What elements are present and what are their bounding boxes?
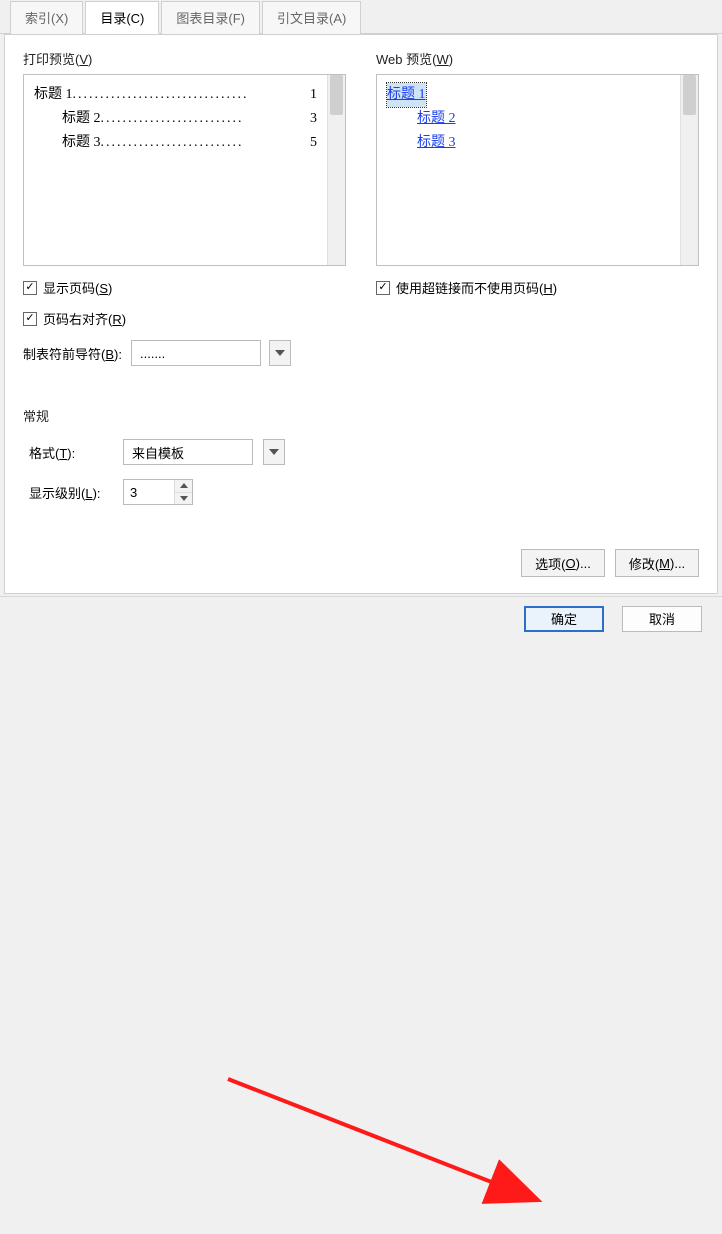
tab-leader-dropdown[interactable]	[269, 340, 291, 366]
checkbox-checked-icon[interactable]: ✓	[23, 281, 37, 295]
show-level-input[interactable]: 3	[123, 479, 193, 505]
right-align-page-label: 页码右对齐(R)	[43, 309, 126, 328]
web-preview-label: Web 预览(W)	[376, 49, 699, 68]
tabs-bar: 索引(X) 目录(C) 图表目录(F) 引文目录(A)	[0, 0, 722, 34]
checkbox-checked-icon[interactable]: ✓	[23, 312, 37, 326]
checkbox-checked-icon[interactable]: ✓	[376, 281, 390, 295]
chevron-down-icon	[269, 449, 279, 455]
level-down-button[interactable]	[175, 492, 192, 505]
show-level-value[interactable]: 3	[124, 480, 174, 504]
format-dropdown[interactable]	[263, 439, 285, 465]
web-preview-box: 标题 1 标题 2 标题 3	[376, 74, 699, 266]
use-hyperlinks-row[interactable]: ✓ 使用超链接而不使用页码(H)	[376, 278, 699, 297]
toc-title-2: 标题 2	[62, 107, 101, 131]
tab-citations[interactable]: 引文目录(A)	[262, 1, 361, 34]
web-preview-column: Web 预览(W) 标题 1 标题 2 标题 3 ✓ 使用超链接而不使用页码(H…	[376, 49, 699, 366]
web-preview-content: 标题 1 标题 2 标题 3	[377, 75, 680, 265]
modify-button[interactable]: 修改(M)...	[615, 549, 699, 577]
tab-leader-row: 制表符前导符(B): .......	[23, 340, 346, 366]
print-preview-scrollbar[interactable]	[327, 75, 345, 265]
scroll-thumb[interactable]	[330, 75, 343, 115]
panel-buttons: 选项(O)... 修改(M)...	[521, 549, 699, 577]
print-preview-column: 打印预览(V) 标题 1 ...........................…	[23, 49, 346, 366]
toc-line-2: 标题 2 .......................... 3	[34, 107, 317, 131]
toc-page-1: 1	[306, 83, 317, 107]
chevron-down-icon	[180, 496, 188, 501]
show-level-row: 显示级别(L): 3	[23, 479, 699, 505]
tab-leader-label: 制表符前导符(B):	[23, 344, 123, 363]
chevron-up-icon	[180, 483, 188, 488]
tab-toc[interactable]: 目录(C)	[85, 1, 159, 34]
tab-index[interactable]: 索引(X)	[10, 1, 83, 34]
toc-page-2: 3	[306, 107, 317, 131]
tab-figures[interactable]: 图表目录(F)	[161, 1, 260, 34]
format-select[interactable]: 来自模板	[123, 439, 253, 465]
web-link-2[interactable]: 标题 2	[417, 107, 456, 131]
web-preview-scrollbar[interactable]	[680, 75, 698, 265]
show-page-numbers-row[interactable]: ✓ 显示页码(S)	[23, 278, 346, 297]
general-heading: 常规	[23, 406, 699, 425]
toc-dots: ..........................	[101, 107, 307, 131]
toc-line-3: 标题 3 .......................... 5	[34, 131, 317, 155]
annotation-arrow	[0, 594, 722, 1234]
print-preview-box: 标题 1 ................................ 1 …	[23, 74, 346, 266]
toc-dots: ..........................	[101, 131, 307, 155]
dialog-footer: 确定 取消	[0, 596, 722, 640]
print-preview-label: 打印预览(V)	[23, 49, 346, 68]
right-align-page-row[interactable]: ✓ 页码右对齐(R)	[23, 309, 346, 328]
scroll-thumb[interactable]	[683, 75, 696, 115]
toc-title-1: 标题 1	[34, 83, 73, 107]
toc-page-3: 5	[306, 131, 317, 155]
toc-dots: ................................	[73, 83, 307, 107]
tab-leader-input[interactable]: .......	[131, 340, 261, 366]
toc-title-3: 标题 3	[62, 131, 101, 155]
level-up-button[interactable]	[175, 480, 192, 492]
show-level-label: 显示级别(L):	[23, 483, 113, 502]
format-row: 格式(T): 来自模板	[23, 439, 699, 465]
web-link-3[interactable]: 标题 3	[417, 131, 456, 155]
toc-panel: 打印预览(V) 标题 1 ...........................…	[4, 34, 718, 594]
web-link-1[interactable]: 标题 1	[387, 83, 426, 107]
options-button[interactable]: 选项(O)...	[521, 549, 605, 577]
show-page-numbers-label: 显示页码(S)	[43, 278, 112, 297]
format-label: 格式(T):	[23, 443, 113, 462]
print-preview-content: 标题 1 ................................ 1 …	[24, 75, 327, 265]
ok-button[interactable]: 确定	[524, 606, 604, 632]
use-hyperlinks-label: 使用超链接而不使用页码(H)	[396, 278, 557, 297]
cancel-button[interactable]: 取消	[622, 606, 702, 632]
toc-line-1: 标题 1 ................................ 1	[34, 83, 317, 107]
chevron-down-icon	[275, 350, 285, 356]
